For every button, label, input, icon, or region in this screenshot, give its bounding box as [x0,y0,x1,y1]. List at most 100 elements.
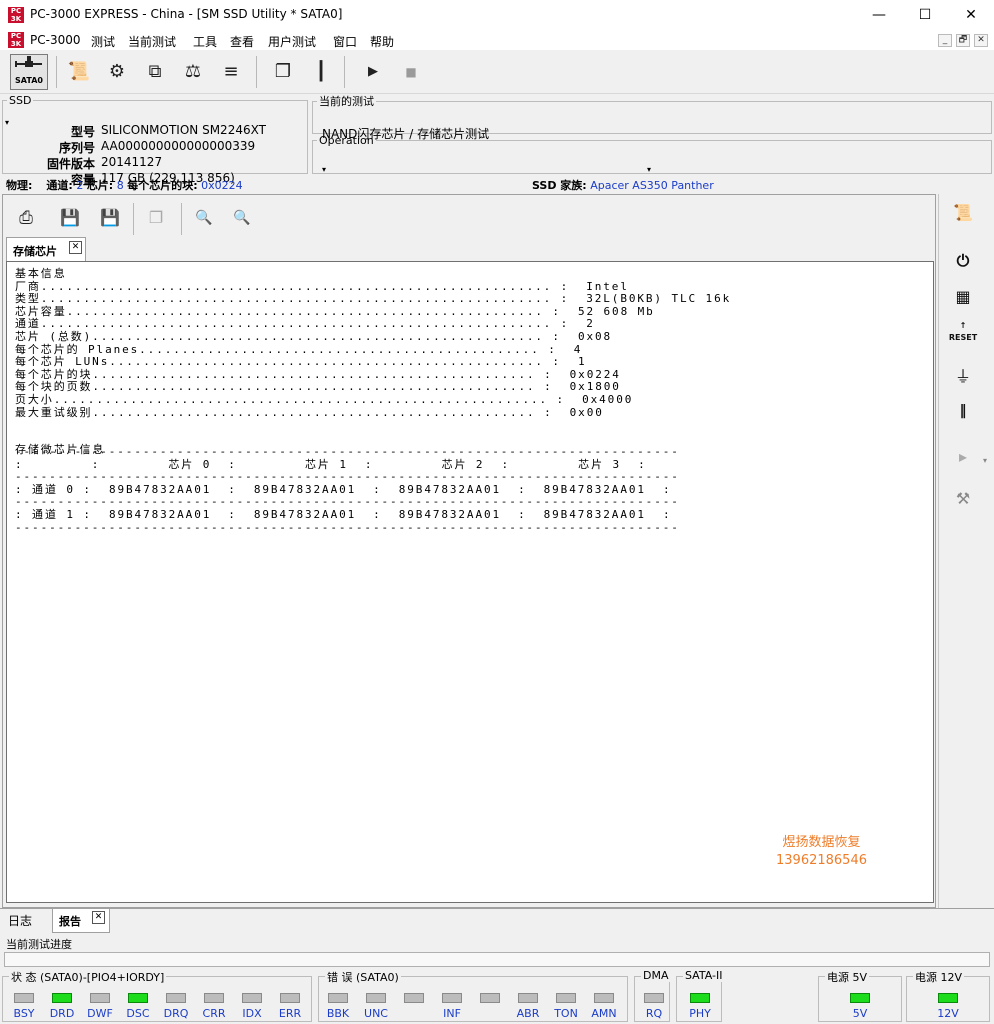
pause-icon[interactable]: ‖ [945,394,981,428]
basic-info-report: 基本信息 厂商.................................… [15,267,732,457]
status-indicator-label: 5V [852,1007,868,1020]
status-led-icon [690,993,710,1003]
status-led-icon [52,993,72,1003]
toolbar-separator [181,203,182,235]
save-as-icon[interactable]: 💾 [93,201,127,235]
menu-user-test[interactable]: 用户测试 [268,33,316,50]
status-indicator-label: IDX [242,1007,262,1020]
list-icon[interactable]: ≡ [214,55,248,89]
status-led-icon [14,993,34,1003]
app-menu-icon[interactable]: PC 3K [8,32,24,48]
status-indicator: ERR [277,993,303,1020]
chevron-down-icon: ▾ [647,165,652,174]
print-icon[interactable]: ⎙ [9,201,43,235]
menu-current-test[interactable]: 当前测试 [128,33,176,50]
status-led-icon [404,993,424,1003]
gear-chip-icon[interactable]: ⚙ [100,55,134,89]
status-led-icon [594,993,614,1003]
document-info-icon[interactable]: 📜 [62,55,96,89]
status-indicator-label: DWF [87,1007,113,1020]
document-info-icon[interactable]: 📜 [945,196,981,230]
menu-tools[interactable]: 工具 [193,33,217,50]
close-tab-icon[interactable]: ✕ [92,911,105,924]
find-next-icon[interactable]: 🔍 [225,201,259,235]
status-led-icon [644,993,664,1003]
progress-label: 当前测试进度 [6,938,72,951]
maximize-button[interactable]: ☐ [902,0,948,30]
status-indicator-label: DRQ [163,1007,189,1020]
terminal-icon[interactable]: ┃ [304,55,338,89]
menu-bar: PC 3K PC-3000 测试 当前测试 工具 查看 用户测试 窗口 帮助 _ … [0,30,994,50]
status-led-icon [480,993,500,1003]
scale-icon[interactable]: ⚖ [176,55,210,89]
progress-bar [4,952,990,967]
find-icon[interactable]: 🔍 [187,201,221,235]
status-indicator: BBK [325,993,351,1020]
stop-icon[interactable]: ■ [394,55,428,89]
status-indicator-label: ERR [278,1007,302,1020]
phys-label: 物理: [6,179,33,192]
ssd-family-line: SSD 家族: Apacer AS350 Panther [532,177,714,193]
menu-window[interactable]: 窗口 [333,33,357,50]
blocks-label: 每个芯片的块: [127,179,198,192]
firmware-label: 固件版本 [46,157,95,171]
status-indicator-label: UNC [364,1007,388,1020]
status-led-icon [90,993,110,1003]
app-logo-icon: PC 3K [8,7,24,23]
status-indicator-label: INF [443,1007,461,1020]
firmware-value: 20141127 [101,155,163,169]
tab-report[interactable]: 报告 ✕ [52,909,110,933]
menu-test[interactable]: 测试 [91,33,115,50]
status-indicator: UNC [363,993,389,1020]
mdi-restore-button[interactable]: 🗗 [956,34,970,47]
status-indicator: RQ [641,993,667,1020]
copy-icon[interactable]: ❐ [266,55,300,89]
menu-view[interactable]: 查看 [230,33,254,50]
play-icon[interactable]: ▶ [356,55,390,89]
model-value: SILICONMOTION SM2246XT [101,123,266,137]
menu-pc3000[interactable]: PC-3000 [30,33,80,47]
status-indicator: DSC [125,993,151,1020]
close-tab-icon[interactable]: ✕ [69,241,82,254]
tools-icon[interactable]: ⚒ [945,482,981,516]
status-led-icon [850,993,870,1003]
power-toggle-icon[interactable]: ⏻ [945,244,981,278]
status-group-title: 错 误 (SATA0) [325,969,401,985]
status-group: DMA RQ [634,969,671,1022]
status-indicator: 5V [847,993,873,1020]
status-indicator-label: ABR [516,1007,540,1020]
save-icon[interactable]: 💾 [53,201,87,235]
chip-copy-icon[interactable]: ⧉ [138,55,172,89]
sata-card-icon[interactable]: ▦ [945,280,981,314]
status-indicator [477,993,503,1007]
reset-icon[interactable]: ↑ RESET [945,320,981,354]
status-indicator: PHY [687,993,713,1020]
status-led-icon [518,993,538,1003]
tab-storage-chips[interactable]: 存储芯片 ✕ [6,237,86,261]
power-supply-icon[interactable]: ⏚ [945,360,981,394]
chip-play-icon[interactable]: ▸ [945,440,981,474]
ssd-group-legend: SSD [9,94,32,107]
report-area: 基本信息 厂商.................................… [6,261,934,903]
status-indicator [401,993,427,1007]
copy-icon[interactable]: ❐ [139,201,173,235]
status-group: 电源 5V 5V [818,969,902,1022]
family-label: SSD 家族: [532,179,587,192]
mdi-close-button[interactable]: ✕ [974,34,988,47]
close-window-button[interactable]: ✕ [948,0,994,30]
watermark-text: 煜扬数据恢复 13962186546 [776,834,867,870]
bottom-tabs: 日志 报告 ✕ [0,908,994,934]
status-indicator: DWF [87,993,113,1020]
menu-help[interactable]: 帮助 [370,33,394,50]
toolbar-separator [56,56,57,88]
status-group-title: 电源 5V [825,969,870,985]
status-led-icon [442,993,462,1003]
mdi-minimize-button[interactable]: _ [938,34,952,47]
blocks-value: 0x0224 [201,179,243,192]
chevron-down-icon[interactable]: ▾ [983,456,987,465]
tab-log[interactable]: 日志 [4,911,44,933]
minimize-button[interactable]: — [856,0,902,30]
sata-port-button[interactable]: SATA0 [10,54,48,90]
status-indicator-label: RQ [645,1007,663,1020]
toolbar-separator [344,56,345,88]
